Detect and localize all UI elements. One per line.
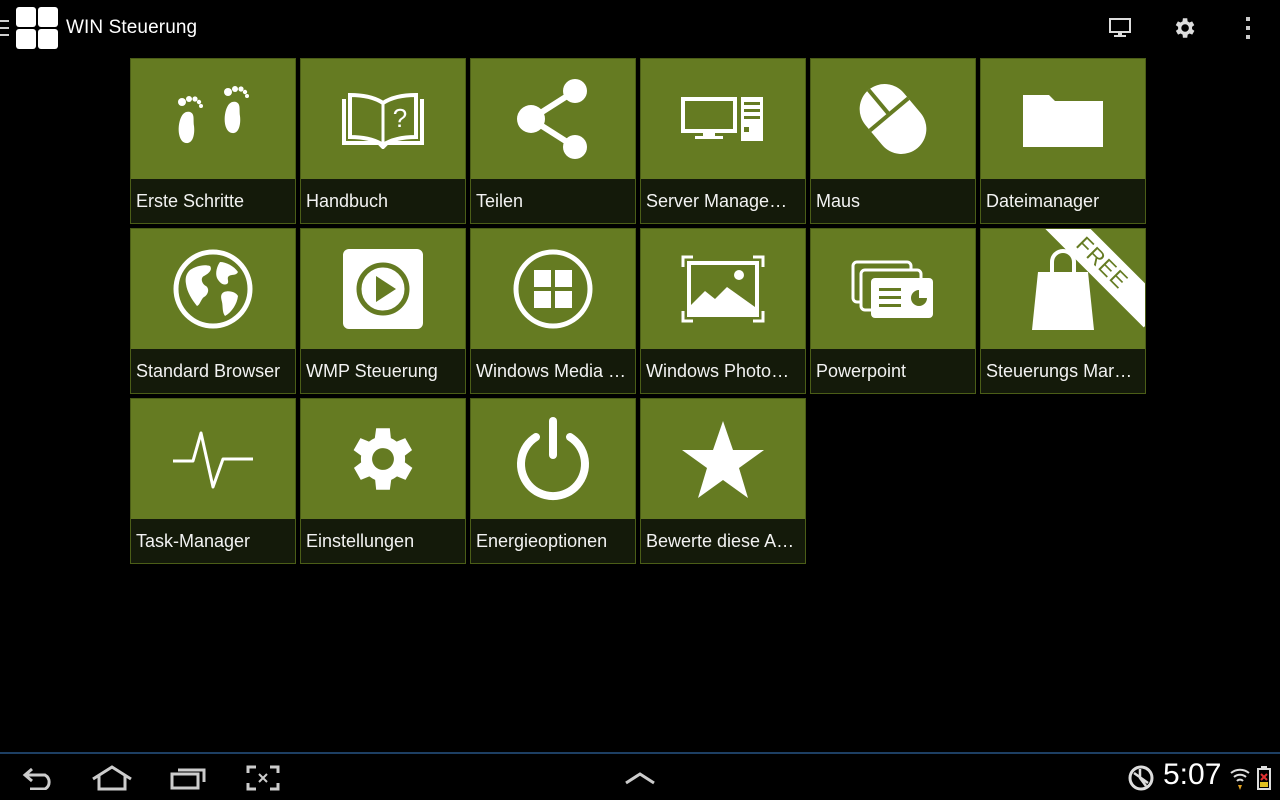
svg-text:?: ? — [393, 103, 407, 133]
home-icon[interactable] — [90, 762, 134, 794]
power-icon — [517, 417, 589, 501]
mouse-icon — [859, 84, 927, 154]
settings-gear-icon[interactable] — [1166, 10, 1202, 46]
tile-standard-browser[interactable]: Standard Browser — [130, 228, 296, 394]
play-icon — [343, 249, 423, 329]
app-logo-icon[interactable] — [15, 6, 59, 50]
tile-label: Server Managem... — [641, 179, 805, 223]
tile-label: Windows Media C... — [471, 349, 635, 393]
tile-task-manager[interactable]: Task-Manager — [130, 398, 296, 564]
tile-label: Windows PhotoVi... — [641, 349, 805, 393]
chevron-up-icon[interactable] — [620, 762, 660, 794]
server-computer-icon — [681, 97, 763, 141]
photo-icon — [681, 255, 765, 323]
up-indicator-icon[interactable] — [0, 20, 9, 36]
tile-label: Erste Schritte — [131, 179, 295, 223]
screenshot-icon[interactable] — [244, 762, 282, 794]
tile-einstellungen[interactable]: Einstellungen — [300, 398, 466, 564]
tile-teilen[interactable]: Teilen — [470, 58, 636, 224]
tile-windows-media-center[interactable]: Windows Media C... — [470, 228, 636, 394]
tile-label: Powerpoint — [811, 349, 975, 393]
tile-windows-photoviewer[interactable]: Windows PhotoVi... — [640, 228, 806, 394]
tile-label: Standard Browser — [131, 349, 295, 393]
tile-label: Dateimanager — [981, 179, 1145, 223]
tile-label: Handbuch — [301, 179, 465, 223]
overflow-menu-icon[interactable] — [1230, 10, 1266, 46]
monitor-icon[interactable] — [1102, 10, 1138, 46]
tile-server-management[interactable]: Server Managem... — [640, 58, 806, 224]
tile-powerpoint[interactable]: Powerpoint — [810, 228, 976, 394]
tile-label: WMP Steuerung — [301, 349, 465, 393]
folder-icon — [1023, 95, 1103, 147]
tile-wmp-steuerung[interactable]: WMP Steuerung — [300, 228, 466, 394]
globe-icon — [173, 249, 253, 329]
tile-label: Bewerte diese App! — [641, 519, 805, 563]
presentation-icon — [851, 260, 933, 318]
network-status-icon — [1126, 762, 1156, 794]
tile-label: Einstellungen — [301, 519, 465, 563]
tile-energieoptionen[interactable]: Energieoptionen — [470, 398, 636, 564]
footprints-icon — [178, 86, 249, 144]
tile-label: Steuerungs Markt... — [981, 349, 1145, 393]
tile-maus[interactable]: Maus — [810, 58, 976, 224]
wifi-icon — [1228, 762, 1252, 794]
pulse-icon — [173, 431, 253, 489]
status-clock: 5:07 — [1163, 758, 1222, 791]
tile-bewerte-diese-app[interactable]: Bewerte diese App! — [640, 398, 806, 564]
tile-label: Energieoptionen — [471, 519, 635, 563]
tile-steuerungs-marktplatz[interactable]: FREE Steuerungs Markt... — [980, 228, 1146, 394]
tile-label: Task-Manager — [131, 519, 295, 563]
tile-label: Maus — [811, 179, 975, 223]
tile-dateimanager[interactable]: Dateimanager — [980, 58, 1146, 224]
tile-label: Teilen — [471, 179, 635, 223]
back-icon[interactable] — [20, 762, 58, 794]
share-icon — [517, 79, 587, 159]
tile-erste-schritte[interactable]: Erste Schritte — [130, 58, 296, 224]
book-question-icon: ? — [342, 92, 424, 149]
gear-icon — [353, 428, 413, 490]
star-icon — [682, 421, 764, 498]
battery-icon — [1254, 762, 1274, 794]
recent-apps-icon[interactable] — [168, 762, 208, 794]
app-title: WIN Steuerung — [66, 17, 198, 38]
system-nav-bar: 5:07 — [0, 752, 1280, 800]
action-bar: WIN Steuerung — [0, 0, 1280, 56]
windows-logo-icon — [513, 249, 593, 329]
tile-handbuch[interactable]: ? Handbuch — [300, 58, 466, 224]
